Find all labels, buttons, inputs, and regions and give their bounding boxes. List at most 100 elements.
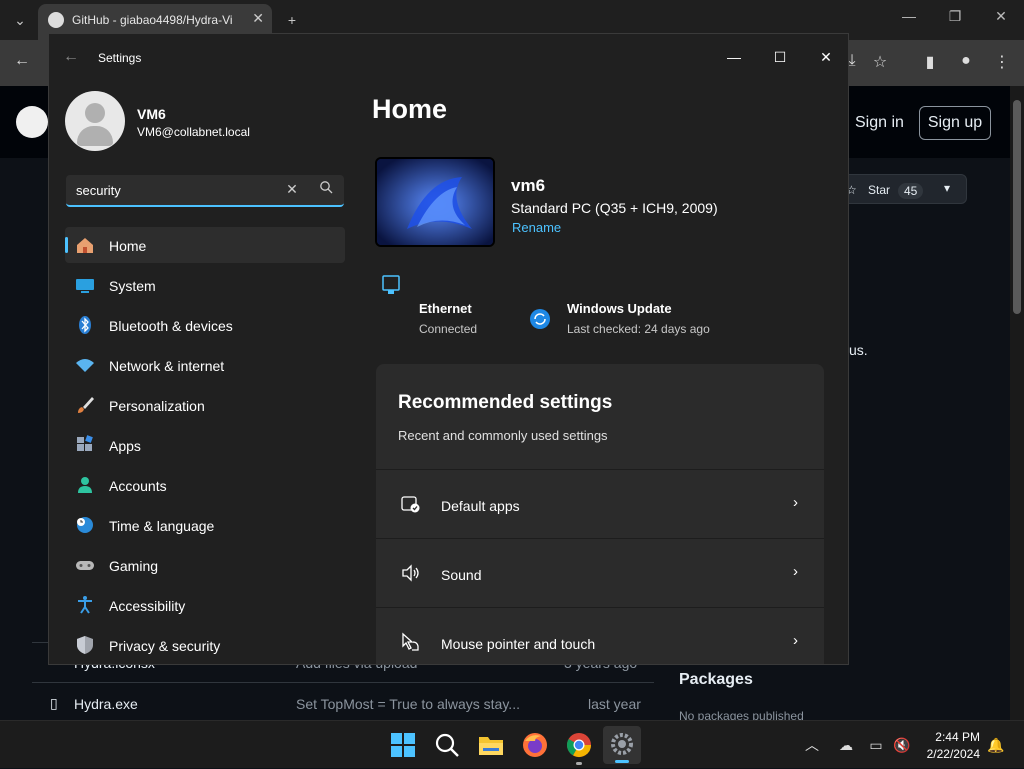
ethernet-title[interactable]: Ethernet: [419, 301, 472, 316]
search-icon[interactable]: [433, 731, 461, 759]
file-name[interactable]: Hydra.exe: [74, 696, 138, 712]
file-explorer-icon[interactable]: [477, 731, 505, 759]
apps-icon: [75, 435, 95, 455]
volume-muted-icon[interactable]: 🔇: [892, 735, 912, 755]
speaker-icon: [400, 563, 422, 583]
new-tab-button[interactable]: +: [280, 8, 304, 32]
bookmark-star-icon[interactable]: ☆: [868, 52, 892, 72]
back-arrow-icon[interactable]: ←: [63, 48, 79, 66]
scrollbar-thumb[interactable]: [1013, 100, 1021, 314]
clock-date[interactable]: 2/22/2024: [920, 747, 980, 761]
nav-item-accounts[interactable]: Accounts: [65, 467, 345, 503]
minimize-button[interactable]: —: [719, 42, 749, 72]
windows-update-title[interactable]: Windows Update: [567, 301, 672, 316]
user-name: VM6: [137, 106, 166, 122]
nav-item-home[interactable]: Home: [65, 227, 345, 263]
avatar[interactable]: [65, 91, 125, 151]
nav-label: Time & language: [109, 518, 215, 534]
accessibility-icon: [75, 595, 95, 615]
packages-subtitle: No packages published: [679, 709, 804, 720]
search-box[interactable]: ✕: [66, 175, 344, 207]
nav-label: Accounts: [109, 478, 167, 494]
chevron-right-icon: ›: [793, 563, 798, 580]
recommended-subtitle: Recent and commonly used settings: [398, 428, 608, 443]
display-icon: [75, 275, 95, 295]
ethernet-icon: [381, 274, 403, 296]
brush-icon: [75, 395, 95, 415]
star-dropdown-icon[interactable]: ▾: [944, 181, 950, 195]
browser-minimize-button[interactable]: —: [894, 8, 924, 24]
chrome-icon[interactable]: [565, 731, 593, 765]
rename-link[interactable]: Rename: [512, 220, 561, 235]
settings-titlebar: ← Settings — ☐ ✕: [49, 34, 848, 82]
nav-item-time-language[interactable]: Time & language: [65, 507, 345, 543]
github-favicon-icon: [48, 12, 64, 28]
shield-icon: [75, 635, 95, 655]
nav-item-system[interactable]: System: [65, 267, 345, 303]
settings-taskbar-icon[interactable]: [603, 726, 641, 764]
nav-item-gaming[interactable]: Gaming: [65, 547, 345, 583]
wifi-icon: [75, 355, 95, 375]
tab-title: GitHub - giabao4498/Hydra-Vi: [72, 13, 233, 27]
nav-item-network[interactable]: Network & internet: [65, 347, 345, 383]
back-arrow-icon[interactable]: ←: [10, 52, 34, 70]
chevron-right-icon: ›: [793, 632, 798, 649]
gamepad-icon: [75, 555, 95, 575]
nav-item-bluetooth[interactable]: Bluetooth & devices: [65, 307, 345, 343]
nav-label: Gaming: [109, 558, 159, 574]
star-count: 45: [898, 183, 924, 199]
nav-label: Privacy & security: [109, 638, 221, 654]
onedrive-icon[interactable]: ☁: [836, 735, 856, 755]
nav-label: Network & internet: [109, 358, 225, 374]
file-commit[interactable]: Set TopMost = True to always stay...: [296, 696, 520, 712]
browser-restore-button[interactable]: ❐: [940, 8, 970, 25]
clock-time[interactable]: 2:44 PM: [934, 730, 980, 744]
ethernet-status: Connected: [419, 322, 478, 336]
default-apps-icon: [400, 494, 422, 514]
rec-item-sound[interactable]: Sound ›: [376, 538, 824, 606]
pc-wallpaper-thumbnail[interactable]: [375, 157, 495, 247]
chevron-up-icon[interactable]: ︿: [802, 735, 822, 755]
sign-up-button[interactable]: Sign up: [919, 106, 991, 140]
firefox-icon[interactable]: [521, 731, 549, 759]
rec-item-default-apps[interactable]: Default apps ›: [376, 469, 824, 537]
rec-item-mouse-pointer[interactable]: Mouse pointer and touch ›: [376, 607, 824, 664]
notifications-bell-icon[interactable]: 🔔: [986, 735, 1006, 755]
network-icon[interactable]: ▭: [866, 735, 886, 755]
maximize-button[interactable]: ☐: [765, 42, 795, 72]
home-content: Home vm6 Standard PC (Q35 + ICH9, 2009) …: [371, 82, 848, 664]
nav-label: System: [109, 278, 156, 294]
tab-close-icon[interactable]: ✕: [252, 10, 264, 27]
browser-close-button[interactable]: ✕: [986, 8, 1016, 25]
clear-search-icon[interactable]: ✕: [282, 181, 302, 198]
chevron-right-icon: ›: [793, 494, 798, 511]
globe-clock-icon: [75, 515, 95, 535]
github-logo-icon[interactable]: [16, 106, 48, 138]
nav-item-apps[interactable]: Apps: [65, 427, 345, 463]
search-input[interactable]: [66, 175, 276, 205]
sign-in-link[interactable]: Sign in: [855, 114, 904, 132]
profile-icon[interactable]: ●: [954, 52, 978, 70]
star-label: Star: [868, 183, 891, 197]
rec-label: Sound: [441, 567, 482, 583]
rec-label: Default apps: [441, 498, 520, 514]
search-icon[interactable]: [316, 180, 336, 197]
avatar-body: [77, 126, 113, 146]
file-row[interactable]: ▯ Hydra.exe Set TopMost = True to always…: [32, 682, 654, 722]
nav-item-privacy-security[interactable]: Privacy & security: [65, 627, 345, 663]
nav-item-accessibility[interactable]: Accessibility: [65, 587, 345, 623]
rec-label: Mouse pointer and touch: [441, 636, 596, 652]
close-button[interactable]: ✕: [811, 42, 841, 72]
windows-start-icon[interactable]: [389, 731, 417, 759]
nav-item-personalization[interactable]: Personalization: [65, 387, 345, 423]
person-icon: [75, 475, 95, 495]
star-button[interactable]: ☆ Star 45 ▾: [835, 174, 967, 204]
active-indicator: [615, 760, 629, 763]
side-panel-icon[interactable]: ▮: [918, 52, 942, 72]
page-scrollbar[interactable]: [1010, 86, 1024, 720]
browser-menu-icon[interactable]: ⋮: [990, 52, 1014, 72]
nav-label: Home: [109, 238, 147, 254]
tab-list-button[interactable]: ⌄: [8, 8, 32, 32]
home-icon: [75, 235, 95, 255]
avatar-head: [85, 103, 105, 123]
